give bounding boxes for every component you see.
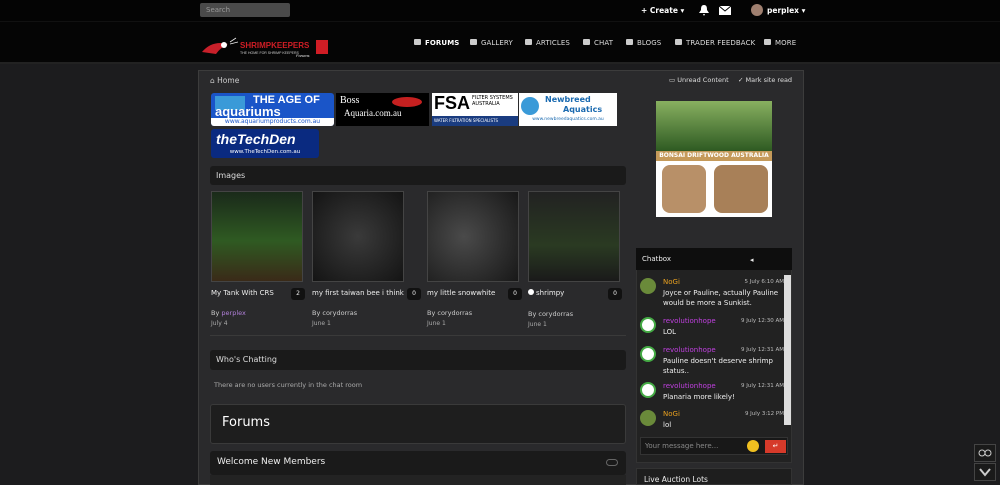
image-date: July 4 [211, 320, 228, 327]
chat-message: NoGi 9 July 3:12 PM lol [640, 410, 784, 430]
image-caption[interactable]: My Tank With CRS [211, 289, 274, 297]
envelope-icon[interactable] [718, 5, 732, 15]
shrimp-icon [392, 97, 422, 107]
forums-title: Forums [222, 415, 270, 430]
chat-message: NoGi 5 July 6:10 AM Joyce or Pauline, ac… [640, 278, 784, 308]
images-header: Images [210, 166, 626, 185]
gallery-thumbnail[interactable] [427, 191, 519, 282]
divider [210, 335, 626, 336]
comment-count-badge: 0 [508, 288, 522, 300]
image-author: By corydorras [427, 309, 473, 317]
comment-count-badge: 2 [291, 288, 305, 300]
whos-chatting-empty: There are no users currently in the chat… [214, 381, 363, 389]
welcome-title: Welcome New Members [217, 457, 326, 467]
avatar[interactable] [640, 278, 656, 294]
image-date: June 1 [427, 320, 446, 327]
age-of-aquariums-banner[interactable]: THE AGE OF aquariums www.aquariumproduct… [211, 93, 334, 126]
avatar[interactable] [640, 410, 656, 426]
list-icon [675, 39, 682, 45]
driftwood-image [662, 165, 706, 213]
welcome-content [210, 475, 626, 485]
create-menu[interactable]: + Create ▾ [641, 4, 684, 17]
comment-count-badge: 0 [608, 288, 622, 300]
site-logo[interactable]: SHRIMPKEEPERS THE HOME FOR SHRIMP KEEPER… [200, 36, 330, 58]
author-link[interactable]: perplex [221, 309, 245, 317]
online-dot-icon [528, 289, 534, 295]
nav-trader-feedback[interactable]: TRADER FEEDBACK [675, 37, 755, 49]
menu-icon [764, 39, 771, 45]
image-caption[interactable]: my first taiwan bee i think [312, 289, 404, 297]
image-date: June 1 [528, 321, 547, 328]
bonsai-driftwood-banner[interactable]: BONSAI DRIFTWOOD AUSTRALIA [656, 101, 772, 217]
nav-chat[interactable]: CHAT [583, 37, 613, 49]
gallery-thumbnail[interactable] [312, 191, 404, 282]
nav-gallery[interactable]: GALLERY [470, 37, 513, 49]
user-menu[interactable]: perplex ▾ [767, 4, 805, 17]
chat-bubbles-icon [414, 39, 421, 45]
auction-title: Live Auction Lots [644, 475, 708, 484]
share-link-button[interactable] [974, 444, 996, 462]
image-author: By perplex [211, 309, 246, 317]
boss-aquaria-banner[interactable]: Boss Aquaria.com.au [336, 93, 429, 126]
chat-scrollbar[interactable] [784, 275, 791, 425]
nav-articles[interactable]: ARTICLES [525, 37, 570, 49]
image-caption[interactable]: shrimpy [528, 289, 564, 297]
chat-message: revolutionhope 9 July 12:31 AM Pauline d… [640, 346, 784, 376]
techden-banner[interactable]: theTechDen www.TheTechDen.com.au [211, 129, 319, 158]
unread-content-link[interactable]: ▭ Unread Content [669, 76, 729, 84]
mark-site-read-link[interactable]: ✓ Mark site read [738, 76, 792, 84]
collapse-arrow-icon[interactable]: ◂ [750, 256, 754, 264]
gallery-thumbnail[interactable] [528, 191, 620, 282]
image-date: June 1 [312, 320, 331, 327]
svg-text:Forums: Forums [296, 53, 310, 58]
blog-icon [626, 39, 633, 45]
breadcrumb[interactable]: ⌂ Home [210, 76, 239, 85]
chat-message: revolutionhope 9 July 12:30 AM LOL [640, 317, 784, 337]
nav-forums[interactable]: FORUMS [414, 37, 459, 49]
globe-icon [521, 97, 539, 115]
collapse-toggle-icon[interactable] [606, 459, 618, 466]
bell-icon[interactable] [699, 5, 709, 16]
nav-more[interactable]: MORE [764, 37, 796, 49]
driftwood-image [714, 165, 768, 213]
newbreed-aquatics-banner[interactable]: Newbreed Aquatics www.newbreedaquatics.c… [519, 93, 617, 126]
avatar[interactable] [640, 382, 656, 398]
nav-blogs[interactable]: BLOGS [626, 37, 661, 49]
forums-panel [210, 404, 626, 444]
camera-icon [470, 39, 477, 45]
whos-chatting-header: Who's Chatting [210, 350, 626, 370]
search-input[interactable]: Search [200, 3, 290, 17]
image-author: By corydorras [528, 310, 574, 318]
comment-count-badge: 0 [407, 288, 421, 300]
document-icon [525, 39, 532, 45]
avatar[interactable] [640, 346, 656, 362]
top-bar [0, 0, 1000, 22]
chat-icon [583, 39, 590, 45]
scroll-down-button[interactable] [974, 463, 996, 481]
svg-text:THE HOME FOR SHRIMP KEEPERS: THE HOME FOR SHRIMP KEEPERS [240, 51, 300, 55]
svg-text:SHRIMPKEEPERS: SHRIMPKEEPERS [240, 41, 310, 50]
image-author: By corydorras [312, 309, 358, 317]
image-caption[interactable]: my little snowwhite [427, 289, 495, 297]
send-button[interactable]: ↵ [765, 440, 786, 453]
fsa-banner[interactable]: FSA FILTER SYSTEMS AUSTRALIA WATER FILTR… [432, 93, 518, 126]
avatar[interactable] [751, 4, 763, 16]
avatar[interactable] [640, 317, 656, 333]
aquascape-image [656, 101, 772, 151]
emoji-icon[interactable] [747, 440, 759, 452]
gallery-thumbnail[interactable] [211, 191, 303, 282]
chatbox-header: Chatbox [636, 248, 792, 270]
chat-message: revolutionhope 9 July 12:31 AM Planaria … [640, 382, 784, 402]
